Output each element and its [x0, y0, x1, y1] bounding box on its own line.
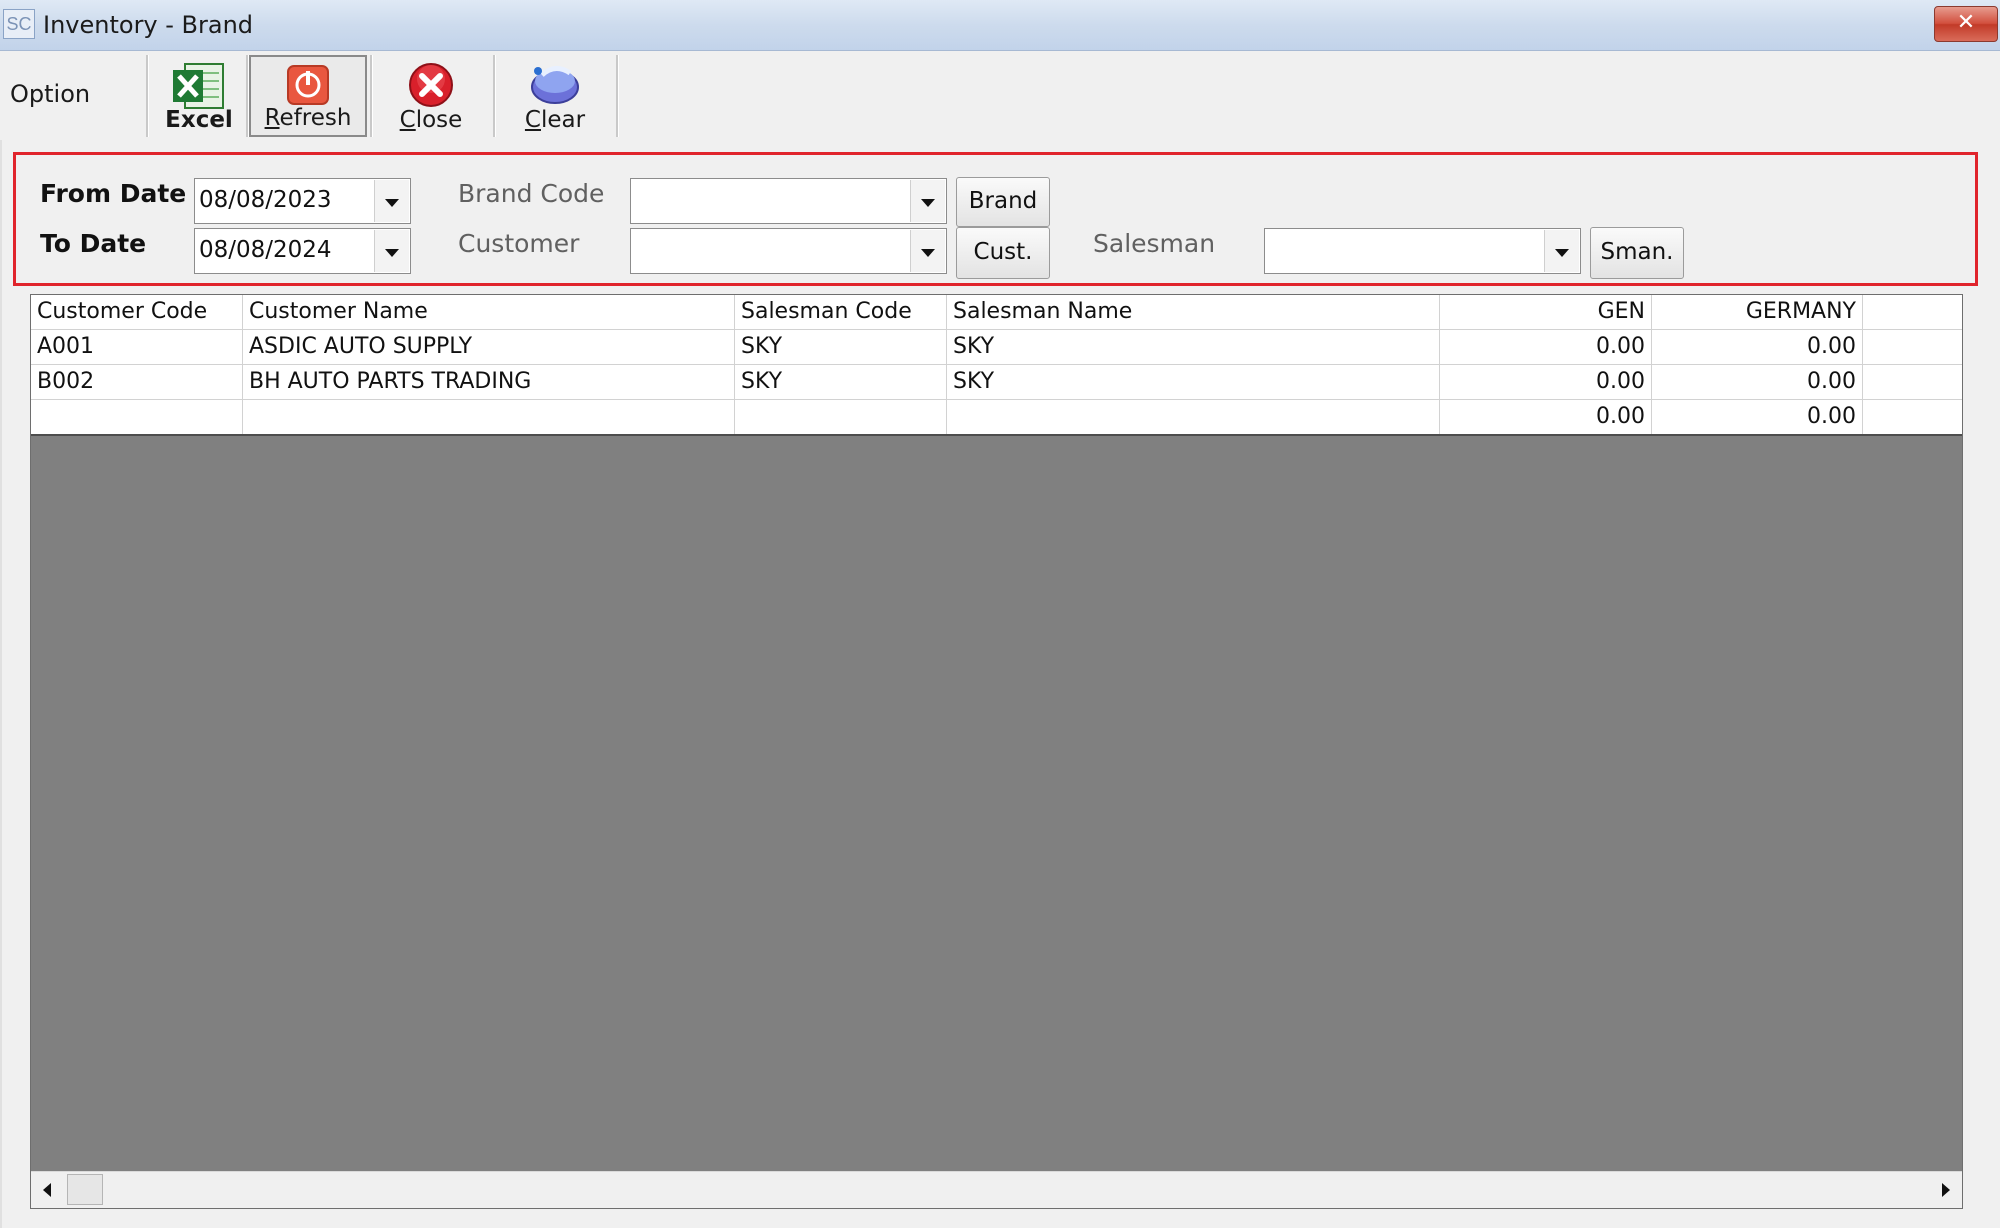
close-button[interactable]: Close [372, 55, 490, 137]
brand-code-select[interactable] [630, 178, 947, 224]
excel-button-label: Excel [165, 107, 233, 133]
window-title: Inventory - Brand [43, 11, 254, 39]
brand-code-label: Brand Code [458, 179, 605, 208]
from-date-picker[interactable]: 08/08/2023 [194, 178, 411, 224]
cell-salesman-code[interactable]: SKY [735, 330, 947, 364]
cell-salesman-code[interactable]: SKY [735, 365, 947, 399]
column-header-customer-name[interactable]: Customer Name [243, 295, 735, 329]
cell-customer-code[interactable] [31, 400, 243, 434]
chevron-down-icon[interactable] [910, 180, 945, 222]
customer-select[interactable] [630, 228, 947, 274]
toolbar-separator [616, 55, 619, 137]
chevron-down-icon[interactable] [374, 180, 409, 222]
to-date-label: To Date [40, 229, 147, 258]
cell-customer-name[interactable] [243, 400, 735, 434]
clear-icon [528, 61, 582, 111]
data-grid[interactable]: Customer Code Customer Name Salesman Cod… [30, 294, 1963, 1209]
cell-customer-name[interactable]: ASDIC AUTO SUPPLY [243, 330, 735, 364]
cell-gen-total[interactable]: 0.00 [1440, 400, 1652, 434]
grid-header-row: Customer Code Customer Name Salesman Cod… [31, 295, 1962, 330]
column-header-germany[interactable]: GERMANY [1652, 295, 1863, 329]
column-header-salesman-name[interactable]: Salesman Name [947, 295, 1440, 329]
column-header-salesman-code[interactable]: Salesman Code [735, 295, 947, 329]
app-icon: SC [3, 9, 35, 39]
cell-salesman-name[interactable] [947, 400, 1440, 434]
cell-gen[interactable]: 0.00 [1440, 365, 1652, 399]
clear-button-label: Clear [524, 107, 586, 133]
from-date-value: 08/08/2023 [199, 187, 332, 213]
cell-germany-total[interactable]: 0.00 [1652, 400, 1863, 434]
refresh-button[interactable]: Refresh [249, 55, 367, 137]
cell-salesman-code[interactable] [735, 400, 947, 434]
toolbar: Option Excel Refresh Close Clear [0, 51, 2000, 139]
chevron-down-icon[interactable] [1544, 230, 1579, 272]
salesman-select[interactable] [1264, 228, 1581, 274]
chevron-down-icon[interactable] [910, 230, 945, 272]
table-row[interactable]: B002 BH AUTO PARTS TRADING SKY SKY 0.00 … [31, 365, 1962, 400]
customer-button[interactable]: Cust. [956, 227, 1050, 279]
totals-row[interactable]: 0.00 0.00 [31, 400, 1962, 436]
filter-panel: From Date 08/08/2023 To Date 08/08/2024 … [13, 152, 1978, 286]
from-date-label: From Date [40, 179, 187, 208]
to-date-value: 08/08/2024 [199, 237, 332, 263]
horizontal-scrollbar[interactable] [31, 1171, 1962, 1208]
chevron-down-icon[interactable] [374, 230, 409, 272]
column-header-customer-code[interactable]: Customer Code [31, 295, 243, 329]
scrollbar-thumb[interactable] [67, 1174, 103, 1205]
cell-customer-name[interactable]: BH AUTO PARTS TRADING [243, 365, 735, 399]
close-button-label: Close [399, 107, 463, 133]
scroll-left-arrow-icon[interactable] [31, 1172, 65, 1208]
customer-label: Customer [458, 229, 580, 258]
cell-germany[interactable]: 0.00 [1652, 330, 1863, 364]
brand-button[interactable]: Brand [956, 177, 1050, 227]
clear-button[interactable]: Clear [496, 55, 614, 137]
cell-customer-code[interactable]: B002 [31, 365, 243, 399]
salesman-button[interactable]: Sman. [1590, 227, 1684, 279]
cell-gen[interactable]: 0.00 [1440, 330, 1652, 364]
salesman-label: Salesman [1093, 229, 1216, 258]
table-row[interactable]: A001 ASDIC AUTO SUPPLY SKY SKY 0.00 0.00 [31, 330, 1962, 365]
to-date-picker[interactable]: 08/08/2024 [194, 228, 411, 274]
title-bar: SC Inventory - Brand ✕ [0, 0, 2000, 51]
window-left-edge [0, 140, 2, 1228]
cell-salesman-name[interactable]: SKY [947, 365, 1440, 399]
scroll-right-arrow-icon[interactable] [1928, 1172, 1962, 1208]
window-close-button[interactable]: ✕ [1934, 6, 1998, 42]
cell-customer-code[interactable]: A001 [31, 330, 243, 364]
cell-salesman-name[interactable]: SKY [947, 330, 1440, 364]
grid-rows: Customer Code Customer Name Salesman Cod… [31, 295, 1962, 436]
close-circle-icon [406, 61, 456, 113]
excel-button[interactable]: Excel [140, 55, 258, 137]
refresh-button-label: Refresh [264, 105, 352, 131]
column-header-gen[interactable]: GEN [1440, 295, 1652, 329]
option-label: Option [10, 80, 91, 108]
cell-germany[interactable]: 0.00 [1652, 365, 1863, 399]
